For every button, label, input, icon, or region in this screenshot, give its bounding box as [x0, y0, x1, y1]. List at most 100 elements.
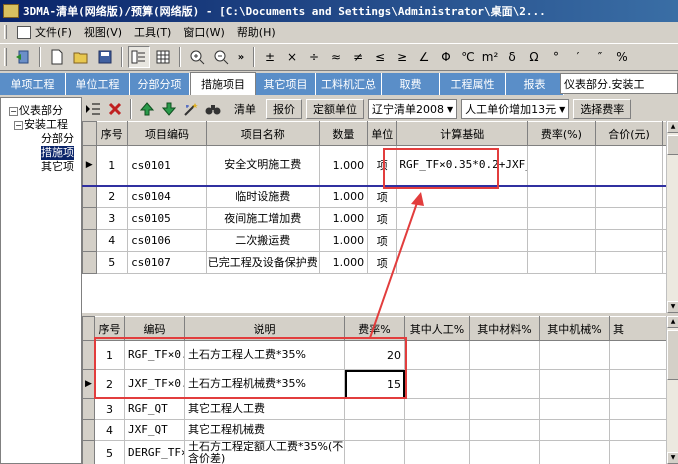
symbol-button[interactable]: ≤: [369, 50, 391, 64]
cell-no[interactable]: 1: [95, 145, 129, 186]
cell-no[interactable]: 4: [94, 419, 125, 441]
cell-unit[interactable]: 项: [367, 251, 398, 274]
symbol-button[interactable]: ″: [589, 50, 611, 64]
table-row[interactable]: 5 cs0107 已完工程及设备保护费 1.000 项: [82, 251, 666, 274]
row-marker[interactable]: [82, 251, 97, 274]
scroll-down-icon[interactable]: ▼: [667, 452, 678, 464]
symbol-button[interactable]: m²: [479, 50, 501, 64]
cell-basis[interactable]: [396, 251, 529, 274]
cell-qty[interactable]: 1.000: [318, 185, 369, 208]
tab-8[interactable]: 报表: [506, 73, 564, 95]
cell-rate[interactable]: [344, 440, 405, 464]
zoom-in-button[interactable]: [186, 46, 208, 68]
symbol-button[interactable]: δ: [501, 50, 523, 64]
symbol-button[interactable]: ∠: [413, 50, 435, 64]
symbol-button[interactable]: Φ: [435, 50, 457, 64]
scroll-up-icon[interactable]: ▲: [667, 121, 678, 133]
tab-7[interactable]: 工程属性: [440, 73, 506, 95]
cell-no[interactable]: 5: [94, 440, 125, 464]
menu-window[interactable]: 窗口(W): [179, 23, 232, 41]
row-marker[interactable]: [82, 185, 97, 208]
symbol-button[interactable]: ≠: [347, 50, 369, 64]
cell-other[interactable]: [609, 440, 666, 464]
layout-toggle-button[interactable]: [128, 46, 150, 68]
list-label[interactable]: 清单: [230, 101, 260, 117]
cell-qty[interactable]: 1.000: [318, 145, 369, 186]
tree-node-instrument[interactable]: − 仪表部分: [9, 104, 63, 118]
cell-machine-pct[interactable]: [539, 419, 610, 441]
cell-desc[interactable]: 土石方工程定额人工费*35%(不含价差): [184, 440, 345, 464]
col-header-rate[interactable]: 费率(%): [527, 121, 596, 146]
cell-qty[interactable]: 1.000: [318, 251, 369, 274]
tab-0[interactable]: 单项工程: [0, 73, 66, 95]
cell-rate[interactable]: [527, 185, 596, 208]
row-marker[interactable]: [82, 398, 95, 420]
row-marker[interactable]: [82, 207, 97, 230]
symbol-button[interactable]: ÷: [303, 50, 325, 64]
toolbar-overflow-button[interactable]: »: [234, 46, 248, 68]
menu-tools[interactable]: 工具(T): [130, 23, 179, 41]
symbol-button[interactable]: ℃: [457, 50, 479, 64]
symbol-button[interactable]: ±: [259, 50, 281, 64]
table-row[interactable]: 4 JXF_QT 其它工程机械费: [82, 419, 666, 441]
unit-project-combo[interactable]: 仪表部分.安装工: [560, 73, 678, 94]
col-header-name[interactable]: 项目名称: [205, 121, 320, 146]
cell-labor-pct[interactable]: [404, 440, 470, 464]
cell-no[interactable]: 5: [95, 251, 129, 274]
tab-3[interactable]: 措施项目: [190, 72, 256, 95]
cell-material-pct[interactable]: [469, 369, 540, 399]
tab-5[interactable]: 工料机汇总: [316, 73, 382, 95]
scroll-thumb[interactable]: [667, 330, 678, 380]
move-down-button[interactable]: [158, 99, 180, 119]
row-marker[interactable]: ▶: [82, 145, 97, 186]
cell-code[interactable]: RGF_QT: [124, 398, 185, 420]
cell-total[interactable]: [594, 229, 664, 252]
region-select[interactable]: 辽宁清单2008 ▼: [368, 99, 458, 119]
exit-button[interactable]: [12, 46, 34, 68]
cell-rate[interactable]: [527, 229, 596, 252]
cell-qty[interactable]: 1.000: [318, 207, 369, 230]
cell-total[interactable]: [594, 185, 664, 208]
cell-qty[interactable]: 1.000: [318, 229, 369, 252]
tab-2[interactable]: 分部分项: [130, 73, 190, 95]
symbol-button[interactable]: ×: [281, 50, 303, 64]
tree-node-other[interactable]: 其它项: [41, 160, 74, 174]
tree-node-division[interactable]: 分部分: [41, 132, 74, 146]
cell-machine-pct[interactable]: [539, 340, 610, 370]
cell-basis[interactable]: [396, 207, 529, 230]
menu-file[interactable]: 文件(F): [13, 23, 80, 41]
cell-code[interactable]: DERGF_TF×0.35: [124, 440, 185, 464]
symbol-button[interactable]: ≥: [391, 50, 413, 64]
cell-unit[interactable]: 项: [367, 229, 398, 252]
scroll-down-icon[interactable]: ▼: [667, 301, 678, 313]
cell-rate[interactable]: [527, 207, 596, 230]
cell-material-pct[interactable]: [469, 440, 540, 464]
row-marker[interactable]: ▶: [82, 369, 95, 399]
cell-basis[interactable]: [396, 229, 529, 252]
cell-material-pct[interactable]: [469, 419, 540, 441]
find-button[interactable]: [202, 99, 224, 119]
cell-labor-pct[interactable]: [404, 419, 470, 441]
cell-other[interactable]: [609, 369, 666, 399]
symbol-button[interactable]: Ω: [523, 50, 545, 64]
scroll-up-icon[interactable]: ▲: [667, 316, 678, 328]
cell-code[interactable]: cs0107: [127, 251, 207, 274]
cell-other[interactable]: [609, 340, 666, 370]
move-up-button[interactable]: [136, 99, 158, 119]
collapse-icon[interactable]: −: [9, 106, 18, 116]
symbol-button[interactable]: °: [545, 50, 567, 64]
symbol-button[interactable]: ′: [567, 50, 589, 64]
cell-name[interactable]: 已完工程及设备保护费: [205, 251, 320, 274]
col-header-other[interactable]: 其: [609, 316, 666, 341]
col-header-labor-pct[interactable]: 其中人工%: [404, 316, 470, 341]
table-row[interactable]: ▶ 1 cs0101 安全文明施工费 1.000 项 RGF_TF×0.35*0.2+JXF…: [82, 145, 666, 186]
cell-material-pct[interactable]: [469, 340, 540, 370]
quote-button[interactable]: 报价: [266, 99, 302, 119]
row-marker[interactable]: [82, 419, 95, 441]
cell-code[interactable]: JXF_QT: [124, 419, 185, 441]
cell-machine-pct[interactable]: [539, 398, 610, 420]
col-header-no[interactable]: 序号: [95, 121, 129, 146]
cell-machine-pct[interactable]: [539, 369, 610, 399]
collapse-icon[interactable]: −: [14, 120, 23, 130]
table-row[interactable]: 5DERGF_TF×0.35土石方工程定额人工费*35%(不含价差): [82, 440, 666, 464]
